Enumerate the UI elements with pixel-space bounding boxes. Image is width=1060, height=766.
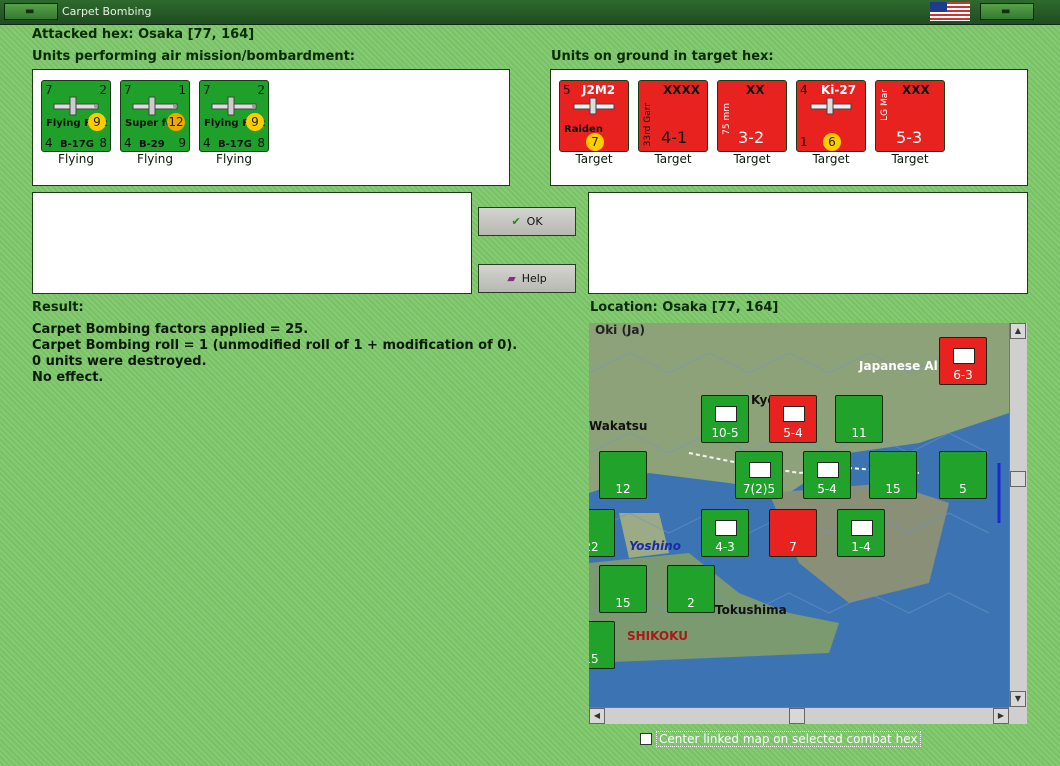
air-unit-counter[interactable]: 7 2 Flying Fort 9 4 B-17G 8 <box>199 80 269 152</box>
unit-status: Target <box>654 152 692 166</box>
ground-unit-counter[interactable]: XXXX 33rd Garr 4-1 <box>638 80 708 152</box>
result-line: Carpet Bombing roll = 1 (unmodified roll… <box>32 338 518 353</box>
ground-unit-counter[interactable]: 4 Ki-27 1 6 <box>796 80 866 152</box>
strength-badge: 9 <box>88 113 106 131</box>
us-flag-icon <box>930 2 970 21</box>
map-place-label: Tokushima <box>715 603 787 617</box>
map-unit-counter[interactable]: 22 <box>589 509 615 557</box>
ground-units-panel: 5 J2M2 Raiden 7 Target XXXX 33rd Garr 4-… <box>550 69 1028 186</box>
ground-unit-counter[interactable]: XXX LG Mar 5-3 <box>875 80 945 152</box>
map-unit-counter[interactable]: 15 <box>869 451 917 499</box>
map-unit-counter[interactable]: 5-4 <box>769 395 817 443</box>
map-unit-counter[interactable]: 6-3 <box>939 337 987 385</box>
result-line: Carpet Bombing factors applied = 25. <box>32 322 309 337</box>
result-line: 0 units were destroyed. <box>32 354 207 369</box>
air-unit-counter[interactable]: 7 1 Super fort 12 4 B-29 9 <box>120 80 190 152</box>
minimize-button[interactable]: ▬ <box>980 3 1034 20</box>
minimize-icon: ▬ <box>1001 6 1011 17</box>
map-place-label: Yoshino <box>629 539 681 553</box>
map-place-label: Oki (Ja) <box>595 323 646 337</box>
map-place-label: SHIKOKU <box>627 629 688 643</box>
ok-button[interactable]: ✔ OK <box>478 207 576 236</box>
attacker-info-panel <box>32 192 472 294</box>
map-unit-counter[interactable]: 1-4 <box>837 509 885 557</box>
strength-badge: 6 <box>823 133 841 151</box>
unit-status: Target <box>733 152 771 166</box>
scroll-left-button[interactable]: ◀ <box>589 708 605 724</box>
air-units-heading: Units performing air mission/bombardment… <box>32 49 356 64</box>
map-unit-counter[interactable]: 12 <box>599 451 647 499</box>
linked-map[interactable]: Oki (Ja) Japanese Al Wakatsu Kyo Yoshino… <box>589 323 1009 707</box>
scroll-down-button[interactable]: ▼ <box>1010 691 1026 707</box>
strength-badge: 9 <box>246 113 264 131</box>
unit-status: Flying <box>137 152 173 166</box>
scroll-up-button[interactable]: ▲ <box>1010 323 1026 339</box>
map-unit-counter[interactable]: 7 <box>769 509 817 557</box>
scroll-corner <box>1009 707 1027 724</box>
scroll-thumb[interactable] <box>1010 471 1026 487</box>
strength-badge: 7 <box>586 133 604 151</box>
map-unit-counter[interactable]: 5 <box>939 451 987 499</box>
strength-badge: 12 <box>167 113 185 131</box>
map-horizontal-scrollbar[interactable]: ◀ ▶ <box>589 707 1009 724</box>
map-unit-counter[interactable]: 15 <box>589 621 615 669</box>
map-unit-counter[interactable]: 11 <box>835 395 883 443</box>
air-unit-counter[interactable]: 7 2 Flying Fort 9 4 B-17G 8 <box>41 80 111 152</box>
map-unit-counter[interactable]: 7(2)5 <box>735 451 783 499</box>
scroll-thumb[interactable] <box>789 708 805 724</box>
unit-status: Flying <box>58 152 94 166</box>
defender-info-panel <box>588 192 1028 294</box>
map-vertical-scrollbar[interactable]: ▲ ▼ <box>1009 323 1027 707</box>
result-line: No effect. <box>32 370 104 385</box>
unit-status: Flying <box>216 152 252 166</box>
map-unit-counter[interactable]: 4-3 <box>701 509 749 557</box>
location-label: Location: Osaka [77, 164] <box>590 300 779 315</box>
center-map-checkbox[interactable] <box>640 733 652 745</box>
fighter-icon <box>573 97 615 115</box>
scroll-right-button[interactable]: ▶ <box>993 708 1009 724</box>
map-unit-counter[interactable]: 15 <box>599 565 647 613</box>
result-heading: Result: <box>32 300 84 315</box>
map-unit-counter[interactable]: 2 <box>667 565 715 613</box>
map-place-label: Wakatsu <box>589 419 648 433</box>
book-icon: ▰ <box>507 272 516 285</box>
air-units-panel: 7 2 Flying Fort 9 4 B-17G 8 Flying 7 1 S… <box>32 69 510 186</box>
map-place-label: Japanese Al <box>859 359 938 373</box>
help-button[interactable]: ▰ Help <box>478 264 576 293</box>
ground-unit-counter[interactable]: 5 J2M2 Raiden 7 <box>559 80 629 152</box>
map-unit-counter[interactable]: 10-5 <box>701 395 749 443</box>
title-bar: ▬ Carpet Bombing ▬ <box>0 0 1060 25</box>
fighter-icon <box>810 97 852 115</box>
unit-status: Target <box>812 152 850 166</box>
ground-unit-counter[interactable]: XX 75 mm 3-2 <box>717 80 787 152</box>
unit-status: Target <box>891 152 929 166</box>
checkmark-icon: ✔ <box>511 215 521 228</box>
unit-status: Target <box>575 152 613 166</box>
map-unit-counter[interactable]: 5-4 <box>803 451 851 499</box>
attacked-hex-label: Attacked hex: Osaka [77, 164] <box>32 27 255 42</box>
window-title: Carpet Bombing <box>62 5 152 18</box>
center-map-checkbox-label[interactable]: Center linked map on selected combat hex <box>656 731 921 747</box>
system-menu-button[interactable]: ▬ <box>4 3 58 20</box>
menu-icon: ▬ <box>25 6 35 17</box>
ground-units-heading: Units on ground in target hex: <box>551 49 774 64</box>
